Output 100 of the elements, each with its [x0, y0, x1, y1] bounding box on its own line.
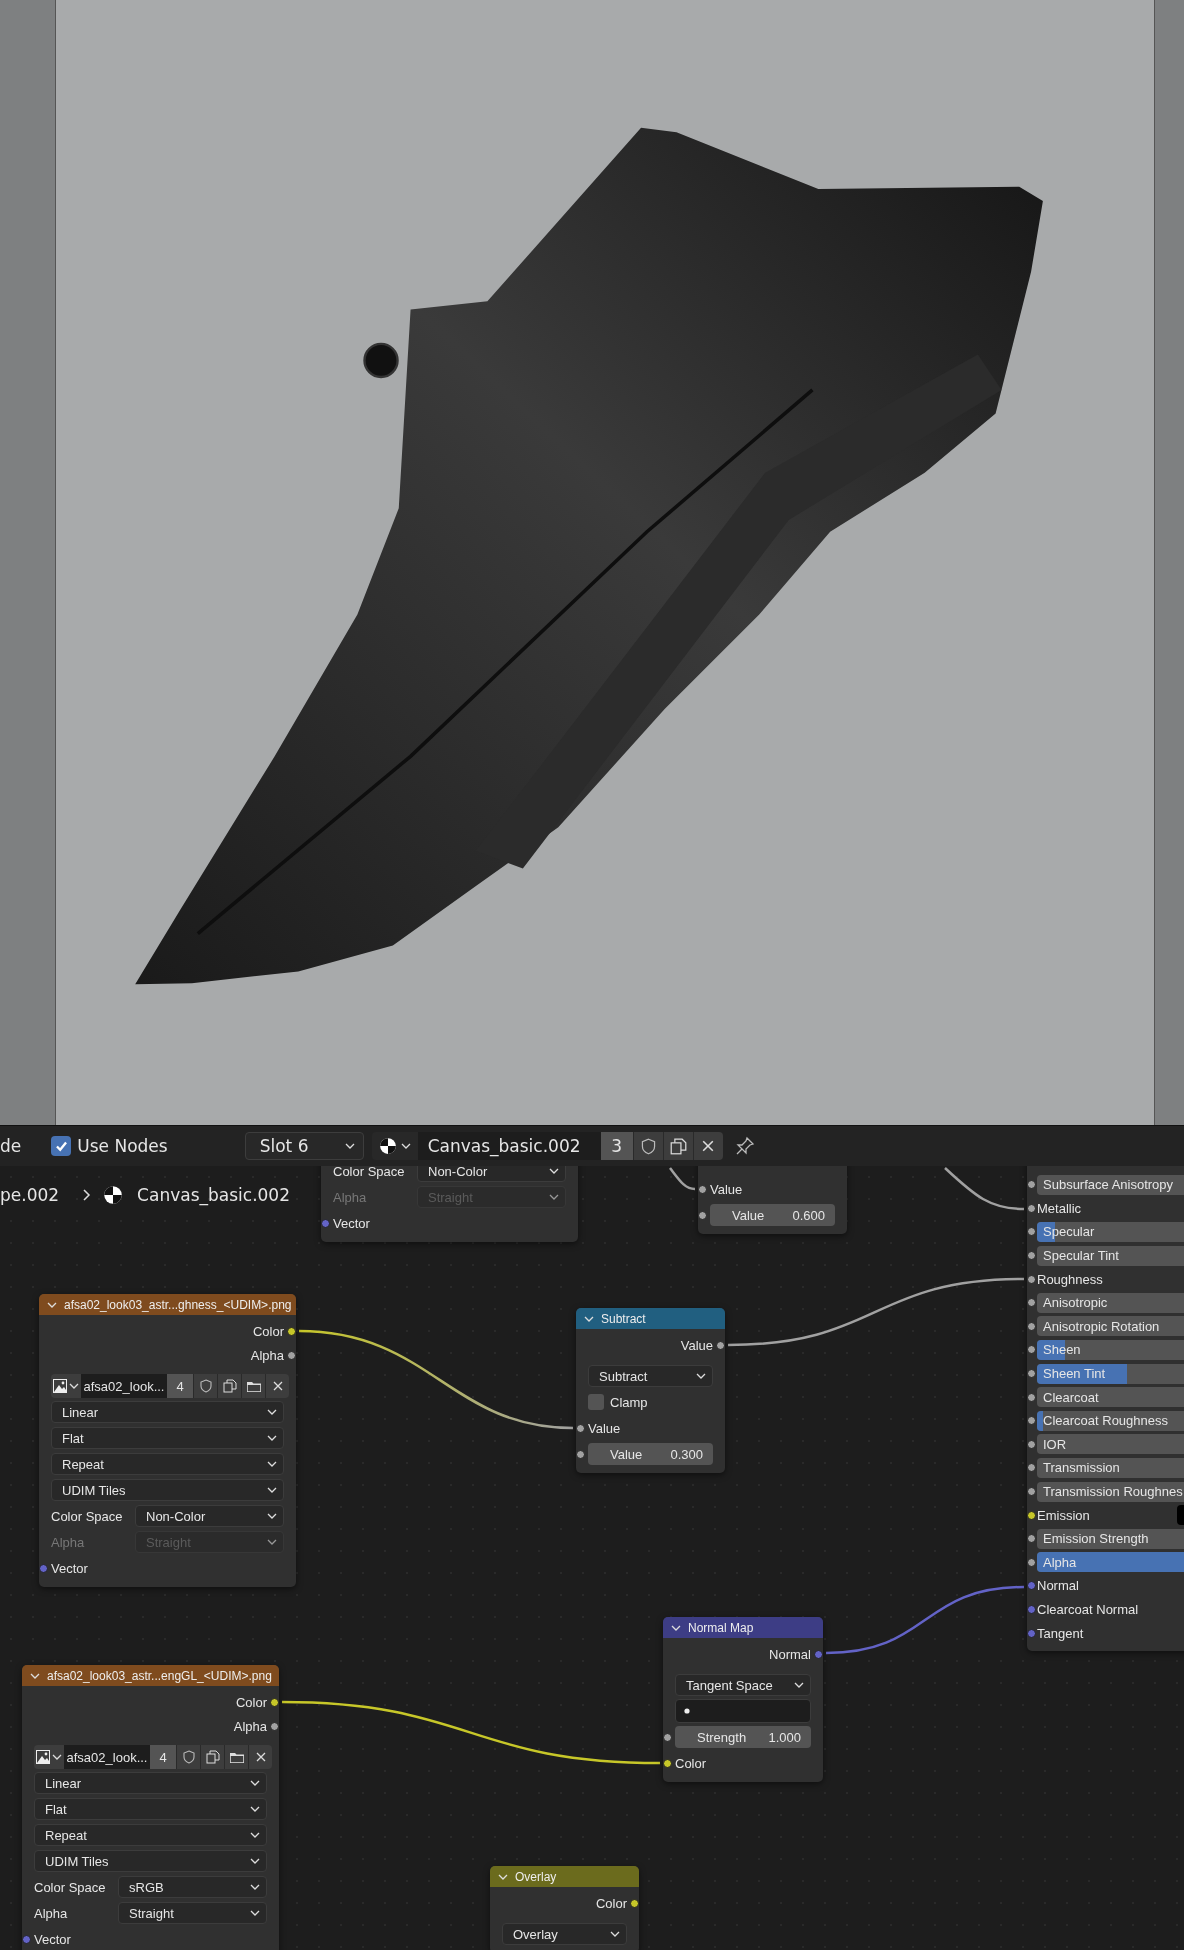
copy-icon[interactable] [217, 1374, 241, 1398]
number-field[interactable]: Value 0.300 [588, 1443, 713, 1465]
socket-dot[interactable] [1027, 1392, 1036, 1402]
socket-dot[interactable] [1027, 1557, 1036, 1567]
slider-field[interactable]: Clearcoat [1037, 1387, 1184, 1408]
slider-field[interactable]: Anisotropic Rotation [1037, 1316, 1184, 1337]
socket-dot[interactable] [1027, 1274, 1036, 1284]
breadcrumb-item[interactable]: pe.002 [0, 1185, 60, 1205]
slider-field[interactable]: Emission Strength [1037, 1528, 1184, 1549]
shield-icon[interactable] [176, 1745, 200, 1769]
socket-dot[interactable] [698, 1210, 707, 1220]
node-link[interactable] [727, 1277, 1025, 1347]
dropdown[interactable]: sRGB [118, 1876, 267, 1898]
slider-field[interactable]: Anisotropic [1037, 1292, 1184, 1313]
node-card[interactable] [1027, 1166, 1184, 1651]
shield-icon[interactable] [632, 1132, 663, 1160]
slider-field[interactable]: IOR [1037, 1434, 1184, 1455]
pin-icon[interactable] [734, 1136, 755, 1156]
slider-field[interactable]: Specular Tint [1037, 1245, 1184, 1266]
uv-map-field[interactable] [675, 1699, 811, 1723]
socket-dot[interactable] [576, 1423, 585, 1433]
material-name-field[interactable]: Canvas_basic.002 [417, 1132, 601, 1160]
folder-icon[interactable] [224, 1745, 248, 1769]
node-header[interactable]: Subtract [576, 1308, 725, 1329]
user-count[interactable]: 3 [600, 1132, 633, 1160]
slider-field[interactable]: Transmission Roughnes [1037, 1481, 1184, 1502]
socket-dot[interactable] [1027, 1227, 1036, 1237]
socket-dot[interactable] [1027, 1321, 1036, 1331]
node-header[interactable]: afsa02_look03_astr...ghness_<UDIM>.png [39, 1294, 296, 1315]
node-header[interactable]: Normal Map [663, 1617, 823, 1638]
socket-dot[interactable] [576, 1449, 585, 1459]
socket-dot[interactable] [716, 1340, 725, 1350]
socket-dot[interactable] [698, 1184, 707, 1194]
socket-dot[interactable] [1027, 1345, 1036, 1355]
user-count[interactable]: 4 [167, 1374, 193, 1398]
close-icon[interactable] [692, 1132, 723, 1160]
checkbox[interactable] [588, 1394, 604, 1410]
socket-dot[interactable] [663, 1758, 672, 1768]
socket-dot[interactable] [630, 1898, 639, 1908]
node-link[interactable] [669, 1167, 696, 1191]
dropdown[interactable]: Subtract [588, 1365, 713, 1387]
node-link[interactable] [281, 1700, 661, 1765]
close-icon[interactable] [265, 1374, 289, 1398]
dropdown[interactable]: Repeat [51, 1453, 284, 1475]
node-card[interactable]: Value Value 0.600 [698, 1166, 847, 1234]
socket-dot[interactable] [1027, 1416, 1036, 1426]
dropdown[interactable]: UDIM Tiles [51, 1479, 284, 1501]
node-card[interactable]: Subtract Value Subtract Clamp Value Value 0.300 [576, 1308, 725, 1473]
socket-dot[interactable] [39, 1563, 48, 1573]
number-field[interactable]: Strength 1.000 [675, 1726, 811, 1748]
socket-dot[interactable] [1027, 1180, 1036, 1190]
slider-field[interactable]: Sheen Tint [1037, 1363, 1184, 1384]
socket-dot[interactable] [1027, 1534, 1036, 1544]
socket-dot[interactable] [287, 1326, 296, 1336]
slider-field[interactable]: Clearcoat Roughness [1037, 1410, 1184, 1431]
breadcrumb-item[interactable]: Canvas_basic.002 [137, 1185, 290, 1205]
node-link[interactable] [298, 1329, 574, 1430]
socket-dot[interactable] [1027, 1203, 1036, 1213]
node-link[interactable] [825, 1585, 1025, 1655]
shield-icon[interactable] [193, 1374, 217, 1398]
dropdown[interactable]: Straight [118, 1902, 267, 1924]
socket-dot[interactable] [287, 1350, 296, 1360]
dropdown[interactable]: UDIM Tiles [34, 1850, 267, 1872]
socket-dot[interactable] [1027, 1605, 1036, 1614]
copy-icon[interactable] [662, 1132, 693, 1160]
dropdown[interactable]: Flat [34, 1798, 267, 1820]
image-browse-button[interactable] [34, 1745, 64, 1769]
socket-dot[interactable] [1027, 1439, 1036, 1449]
node-card[interactable]: Overlay Color Overlay [490, 1866, 639, 1950]
dropdown[interactable]: Repeat [34, 1824, 267, 1846]
socket-dot[interactable] [1027, 1463, 1036, 1473]
socket-dot[interactable] [1027, 1581, 1036, 1591]
dropdown[interactable]: Non-Color [417, 1166, 566, 1182]
dropdown[interactable]: Non-Color [135, 1505, 284, 1527]
folder-icon[interactable] [241, 1374, 265, 1398]
socket-dot[interactable] [270, 1697, 279, 1707]
dropdown[interactable]: Linear [34, 1772, 267, 1794]
socket-dot[interactable] [814, 1649, 823, 1659]
socket-dot[interactable] [270, 1721, 279, 1731]
node-card[interactable]: afsa02_look03_astr...engGL_<UDIM>.png Color Alpha afsa02_look... 4 Linear Flat Repeat UDIM Tiles Color Space sRGB Alpha Straight Vector [22, 1665, 279, 1950]
dropdown[interactable]: Linear [51, 1401, 284, 1423]
dropdown[interactable]: Tangent Space [675, 1674, 811, 1696]
node-header[interactable]: Overlay [490, 1866, 639, 1887]
dropdown[interactable]: Flat [51, 1427, 284, 1449]
slider-field[interactable]: Alpha [1037, 1552, 1184, 1573]
node-link[interactable] [944, 1167, 1025, 1211]
slider-field[interactable]: Transmission [1037, 1457, 1184, 1478]
user-count[interactable]: 4 [150, 1745, 176, 1769]
socket-dot[interactable] [1027, 1487, 1036, 1496]
socket-dot[interactable] [1027, 1298, 1036, 1308]
close-icon[interactable] [248, 1745, 272, 1769]
dropdown[interactable]: Overlay [502, 1923, 627, 1945]
socket-dot[interactable] [663, 1732, 672, 1742]
slider-field[interactable]: Subsurface Anisotropy [1037, 1174, 1184, 1195]
image-browse-button[interactable] [51, 1374, 81, 1398]
socket-dot[interactable] [1027, 1628, 1036, 1638]
image-name-field[interactable]: afsa02_look... [64, 1745, 150, 1769]
socket-dot[interactable] [1027, 1369, 1036, 1379]
node-card[interactable]: Normal Map Normal Tangent Space Strength 1.000 Color [663, 1617, 823, 1782]
socket-dot[interactable] [321, 1218, 330, 1228]
